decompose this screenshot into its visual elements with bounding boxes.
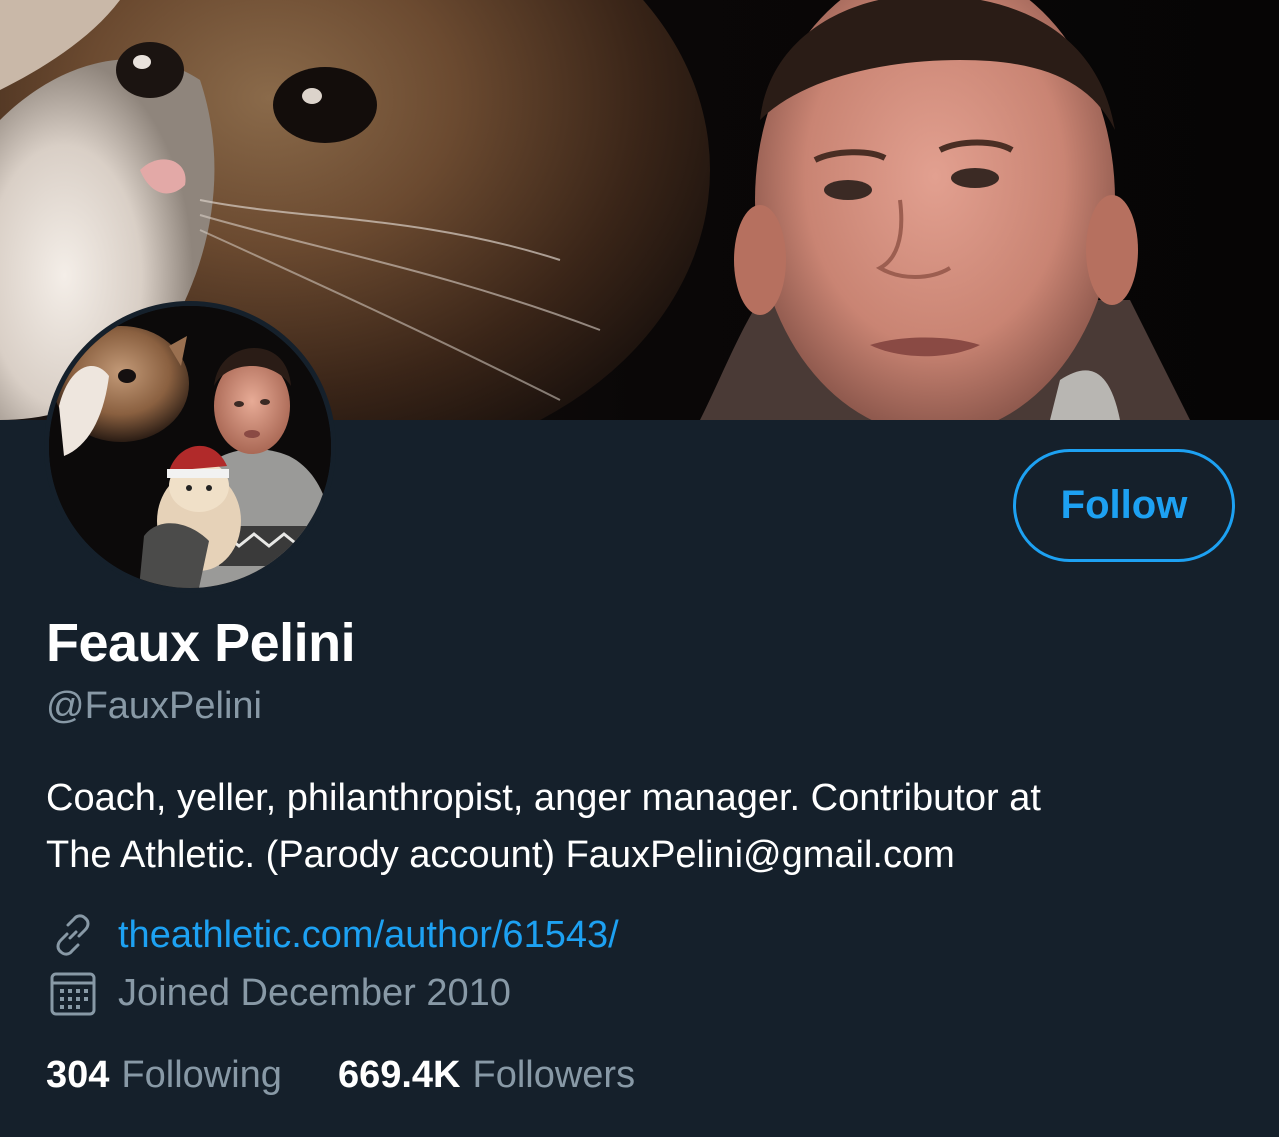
profile-bio: Coach, yeller, philanthropist, anger man… — [46, 770, 1246, 884]
profile-page: Follow Feaux Pelini @FauxPelini Coach, y… — [0, 0, 1279, 1137]
bio-line: The Athletic. (Parody account) FauxPelin… — [46, 834, 955, 876]
followers-count: 669.4K — [337, 1054, 461, 1096]
profile-website-link[interactable]: theathletic.com/author/61543/ — [118, 914, 619, 957]
profile-avatar[interactable] — [44, 301, 336, 593]
followers-label: Followers — [472, 1054, 636, 1096]
link-icon — [48, 910, 98, 960]
follow-button[interactable]: Follow — [1013, 449, 1235, 562]
profile-website-row: theathletic.com/author/61543/ — [48, 910, 619, 960]
profile-stats: 304 Following 669.4K Followers — [46, 1054, 691, 1097]
followers-stat[interactable]: 669.4K Followers — [338, 1054, 635, 1097]
following-stat[interactable]: 304 Following — [46, 1054, 282, 1097]
following-label: Following — [121, 1054, 282, 1096]
profile-handle: @FauxPelini — [46, 685, 262, 727]
calendar-icon — [48, 968, 98, 1018]
display-name: Feaux Pelini — [46, 613, 356, 673]
bio-line: Coach, yeller, philanthropist, anger man… — [46, 777, 1041, 819]
following-count: 304 — [46, 1054, 110, 1096]
profile-joined-date: Joined December 2010 — [118, 971, 511, 1014]
profile-joined-row: Joined December 2010 — [48, 968, 511, 1018]
